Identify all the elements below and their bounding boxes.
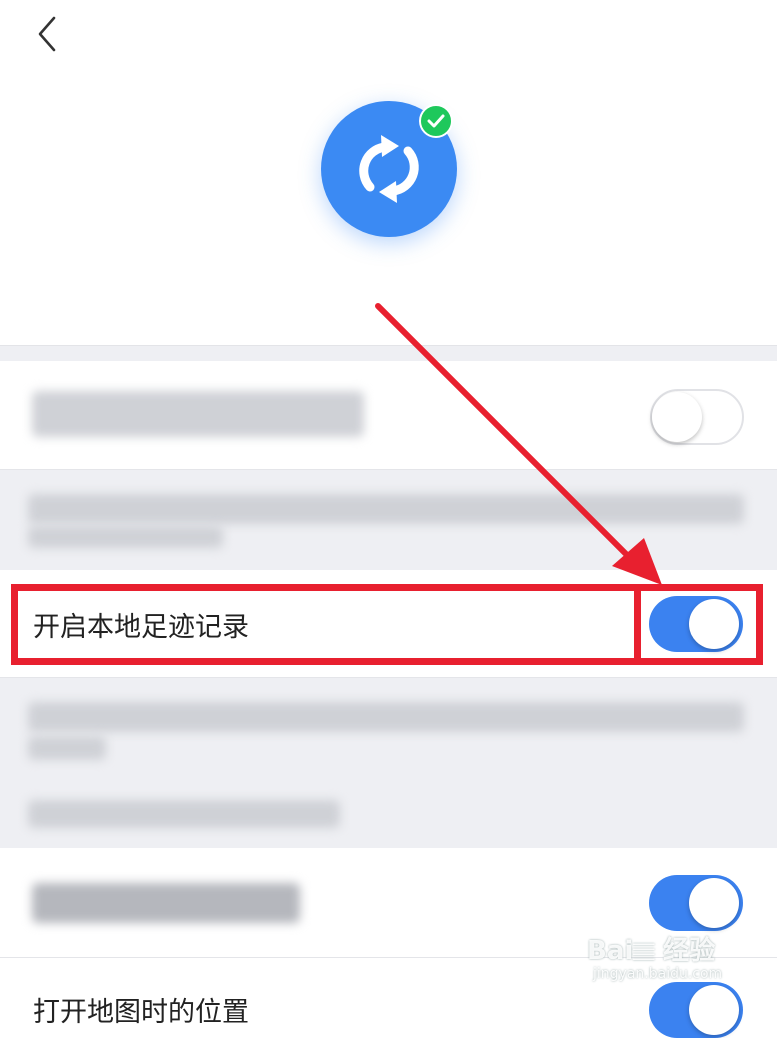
watermark: Bai𝄙 经验 jingyan.baidu.com — [587, 930, 737, 990]
blurred-text — [28, 800, 340, 828]
toggle-knob — [689, 985, 739, 1035]
toggle-knob — [652, 392, 702, 442]
blurred-text — [28, 702, 744, 732]
blurred-label — [32, 391, 364, 437]
check-icon — [427, 114, 445, 128]
toggle-switch-1[interactable] — [650, 389, 744, 445]
sync-logo — [306, 86, 472, 252]
map-location-toggle[interactable] — [649, 982, 743, 1038]
blurred-text — [28, 526, 223, 548]
watermark-logo: Bai𝄙 经验 — [587, 936, 716, 966]
highlight-divider — [634, 584, 641, 665]
back-button[interactable] — [30, 12, 70, 56]
verified-badge — [419, 104, 453, 138]
blurred-text — [28, 494, 744, 524]
section-separator — [0, 345, 777, 362]
toggle-switch-3[interactable] — [649, 875, 743, 931]
setting-row-1[interactable] — [0, 361, 777, 470]
setting-note-1 — [0, 470, 777, 570]
map-location-label: 打开地图时的位置 — [33, 997, 249, 1028]
chevron-left-icon — [38, 16, 56, 52]
blurred-text — [28, 736, 106, 760]
watermark-url: jingyan.baidu.com — [593, 966, 723, 982]
blurred-label — [32, 883, 300, 923]
setting-note-2 — [0, 678, 777, 848]
highlight-row-frame — [11, 584, 763, 665]
toggle-knob — [689, 878, 739, 928]
